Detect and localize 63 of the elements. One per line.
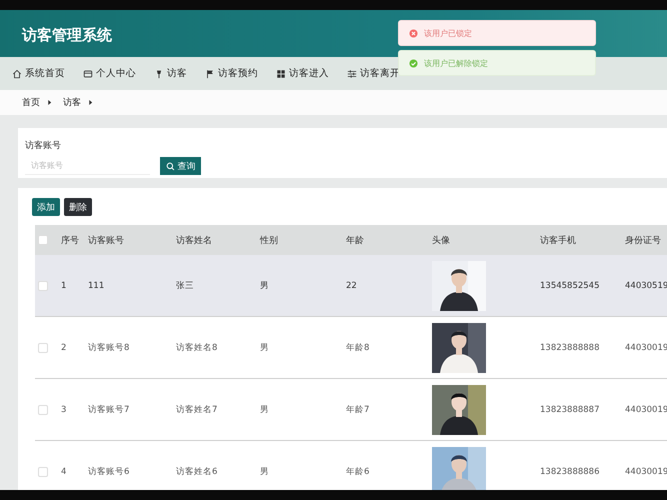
table-cell: 年龄7 bbox=[346, 404, 370, 416]
table-cell: 3 bbox=[61, 404, 66, 414]
column-header: 性别 bbox=[260, 234, 278, 246]
nav-item[interactable]: 访客预约 bbox=[205, 67, 258, 80]
sliders-icon bbox=[347, 68, 357, 78]
table-cell: 13823888886 bbox=[540, 466, 600, 476]
column-header: 身份证号 bbox=[625, 234, 661, 246]
table-cell: 年龄6 bbox=[346, 466, 370, 478]
table-cell: 年龄8 bbox=[346, 342, 370, 354]
table-cell: 访客姓名8 bbox=[176, 342, 218, 354]
nav-item[interactable]: 访客离开 bbox=[347, 67, 400, 80]
nav-item[interactable]: 访客 bbox=[154, 67, 187, 80]
home-icon bbox=[12, 68, 22, 78]
field-label: 访客账号 bbox=[25, 140, 62, 152]
checkbox[interactable] bbox=[38, 235, 48, 245]
column-header: 序号 bbox=[61, 234, 79, 246]
message-toast: 该用户已解除锁定 bbox=[398, 50, 596, 76]
table-cell: 13823888887 bbox=[540, 404, 600, 414]
table-cell: 111 bbox=[88, 280, 104, 290]
table-cell: 访客账号8 bbox=[88, 342, 130, 354]
table-cell: 13545852545 bbox=[540, 280, 600, 290]
error-icon bbox=[409, 28, 418, 38]
card-icon bbox=[83, 68, 93, 78]
column-header: 年龄 bbox=[346, 234, 364, 246]
checkbox[interactable] bbox=[38, 404, 48, 414]
action-button[interactable]: 删除 bbox=[64, 198, 92, 216]
chevron-icon bbox=[47, 99, 52, 106]
search-button[interactable]: 查询 bbox=[160, 157, 201, 175]
table-cell: 访客账号6 bbox=[88, 466, 130, 478]
flag-icon bbox=[205, 68, 215, 78]
nav-item[interactable]: 个人中心 bbox=[83, 67, 136, 80]
table-cell: 访客姓名6 bbox=[176, 466, 218, 478]
nav-item[interactable]: 访客进入 bbox=[276, 67, 329, 80]
table-cell: 13823888888 bbox=[540, 342, 600, 352]
table-cell: 男 bbox=[260, 404, 269, 416]
breadcrumb-link[interactable]: 访客 bbox=[63, 96, 81, 109]
column-header: 访客姓名 bbox=[176, 234, 212, 246]
column-header: 访客账号 bbox=[88, 234, 124, 246]
app-title: 访客管理系统 bbox=[22, 26, 112, 45]
table-cell: 男 bbox=[260, 466, 269, 478]
column-header: 头像 bbox=[432, 234, 450, 246]
table-cell: 22 bbox=[346, 280, 357, 290]
table-cell: 男 bbox=[260, 280, 269, 292]
success-icon bbox=[409, 58, 418, 68]
checkbox[interactable] bbox=[38, 280, 48, 290]
checkbox[interactable] bbox=[38, 466, 48, 476]
chevron-icon bbox=[88, 99, 93, 106]
search-icon bbox=[166, 162, 174, 170]
table-cell: 1 bbox=[61, 280, 66, 290]
nav-item[interactable]: 系统首页 bbox=[12, 67, 65, 80]
table-cell: 男 bbox=[260, 342, 269, 354]
table-cell: 访客账号7 bbox=[88, 404, 130, 416]
message-toast: 该用户已锁定 bbox=[398, 20, 596, 46]
table-cell: 张三 bbox=[176, 280, 194, 292]
table-cell: 4 bbox=[61, 466, 66, 476]
column-header: 访客手机 bbox=[540, 234, 576, 246]
breadcrumb-link[interactable]: 首页 bbox=[22, 96, 40, 109]
pin-icon bbox=[154, 68, 164, 78]
table-cell: 2 bbox=[61, 342, 66, 352]
checkbox[interactable] bbox=[38, 342, 48, 352]
action-button[interactable]: 添加 bbox=[32, 198, 60, 216]
table-cell: 访客姓名7 bbox=[176, 404, 218, 416]
grid-icon bbox=[276, 68, 286, 78]
